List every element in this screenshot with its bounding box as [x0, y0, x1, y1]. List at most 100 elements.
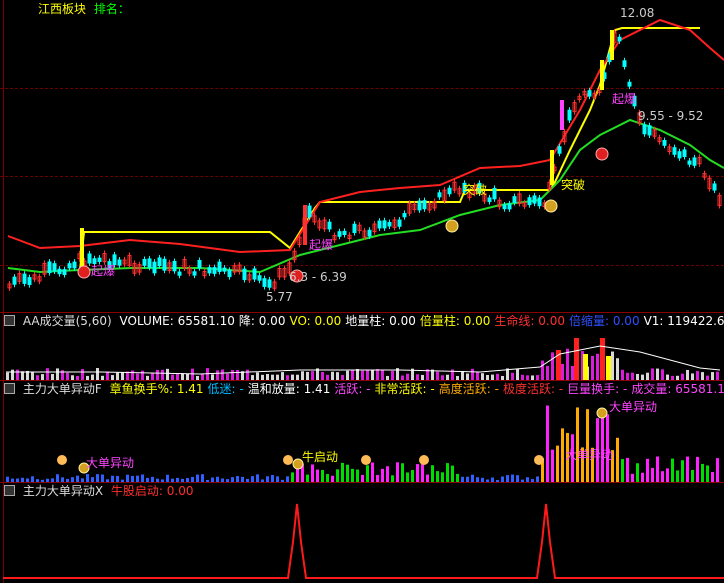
- signal-tupo-2: 突破: [561, 178, 586, 192]
- moneyflow-bar: [386, 466, 389, 482]
- moneyflow-bar: [406, 472, 409, 482]
- moneyflow-bar: [641, 472, 644, 482]
- moneyflow-bar: [701, 463, 704, 482]
- signal-qibao-3: 起爆: [612, 92, 637, 106]
- volume-bar: [221, 369, 224, 380]
- moneyflow-bar: [346, 464, 349, 482]
- moneyflow-bar: [506, 475, 509, 482]
- moneyflow-bar: [691, 469, 694, 482]
- volume-bar: [11, 369, 14, 380]
- candle-body: [242, 268, 247, 281]
- upper-band-line: [7, 18, 724, 254]
- volume-bar: [546, 365, 549, 380]
- moneyflow-bar: [696, 456, 699, 482]
- volume-bar: [16, 369, 19, 380]
- candle-body: [417, 200, 422, 211]
- big-order-label-1: 大单异动: [86, 456, 135, 470]
- volume-highlight-bar: [583, 354, 588, 380]
- moneyflow-bar: [636, 463, 639, 482]
- candle-body: [382, 220, 387, 229]
- volume-panel[interactable]: AA成交量(5,60) VOLUME: 65581.10 降: 0.00 VO: 0…: [0, 312, 724, 380]
- candle-body: [437, 192, 442, 198]
- candle-body: [377, 220, 382, 229]
- volume-bar: [591, 355, 594, 380]
- moneyflow-bar: [626, 457, 629, 482]
- volume-bar: [321, 371, 324, 380]
- moneyflow-bar: [396, 462, 399, 482]
- signal-qibao-1: 起爆: [91, 264, 116, 278]
- signal-candle: [303, 205, 307, 245]
- bull-start-panel[interactable]: 主力大单异动X 牛股启动: 0.00: [0, 482, 724, 583]
- candle-body: [67, 263, 72, 269]
- volume-bar: [656, 368, 659, 380]
- moneyflow-bar: [431, 465, 434, 482]
- candle-body: [52, 263, 57, 272]
- moneyflow-bar: [446, 463, 449, 482]
- volume-bar: [156, 369, 159, 380]
- candle-body: [502, 204, 507, 210]
- signal-candle: [600, 60, 604, 90]
- moneyflow-bar: [711, 472, 714, 482]
- moneyflow-bar: [421, 462, 424, 482]
- signal-candle: [550, 150, 554, 185]
- candle-body: [47, 261, 52, 274]
- moneyflow-panel[interactable]: 主力大单异动F 章鱼换手%: 1.41 低迷: - 温和放量: 1.41 活跃: -非…: [0, 380, 724, 482]
- candle-body: [487, 197, 492, 203]
- moneyflow-bar: [306, 474, 309, 482]
- volume-bar: [166, 368, 169, 380]
- moneyflow-bar: [456, 473, 459, 482]
- low-price-label: 5.77: [266, 290, 293, 304]
- price-chart-panel[interactable]: 江西板块 排名： 12.08 5.77 9.55 - 9.52 6.3 - 6.…: [0, 0, 724, 312]
- moneyflow-bar: [616, 437, 619, 482]
- candle-body: [262, 278, 267, 287]
- moneyflow-bar: [101, 474, 104, 482]
- bull-start-label: 牛启动: [302, 450, 339, 464]
- volume-bar: [571, 365, 574, 380]
- volume-highlight-bar: [606, 356, 611, 380]
- candle-body: [337, 231, 342, 237]
- candle-body: [227, 269, 232, 278]
- candle-body: [162, 258, 167, 271]
- bull-signal-chart: [3, 503, 724, 579]
- candle-body: [12, 276, 17, 285]
- volume-bar: [31, 372, 34, 380]
- signal-candle: [610, 30, 614, 60]
- candle-body: [447, 187, 452, 195]
- volume-bar: [376, 369, 379, 380]
- candle-body: [647, 125, 652, 136]
- volume-bar: [56, 368, 59, 380]
- moneyflow-bar: [321, 470, 324, 482]
- candle-body: [367, 229, 372, 237]
- moneyflow-bar: [416, 464, 419, 482]
- volume-bar: [356, 369, 359, 380]
- candle-body: [142, 258, 147, 266]
- candle-body: [72, 261, 77, 269]
- volume-bar: [131, 370, 134, 380]
- moneyflow-bar: [471, 474, 474, 482]
- volume-bar: [696, 371, 699, 380]
- volume-bar: [106, 371, 109, 380]
- moneyflow-bar: [381, 468, 384, 482]
- moneyflow-bar: [271, 475, 274, 482]
- candle-body: [197, 259, 202, 269]
- moneyflow-bar: [551, 449, 554, 482]
- moneyflow-bar: [361, 474, 364, 482]
- candle-body: [177, 271, 182, 276]
- volume-bar: [301, 371, 304, 380]
- bull-signal-line: [3, 503, 724, 579]
- volume-highlight-bar: [574, 338, 579, 380]
- candle-body: [567, 109, 572, 121]
- candle-body: [662, 139, 667, 146]
- moneyflow-bar: [326, 474, 329, 482]
- money-bag-icon: [445, 219, 459, 233]
- moneyflow-bar: [651, 467, 654, 482]
- volume-bar: [361, 370, 364, 380]
- volume-bar: [121, 372, 124, 380]
- candle-body: [117, 259, 122, 266]
- volume-bar: [626, 372, 629, 380]
- pointing-hand-icon: [57, 455, 67, 465]
- volume-bar: [246, 369, 249, 380]
- moneyflow-bar: [126, 474, 129, 482]
- volume-bar: [81, 369, 84, 380]
- pointing-hand-icon: [283, 455, 293, 465]
